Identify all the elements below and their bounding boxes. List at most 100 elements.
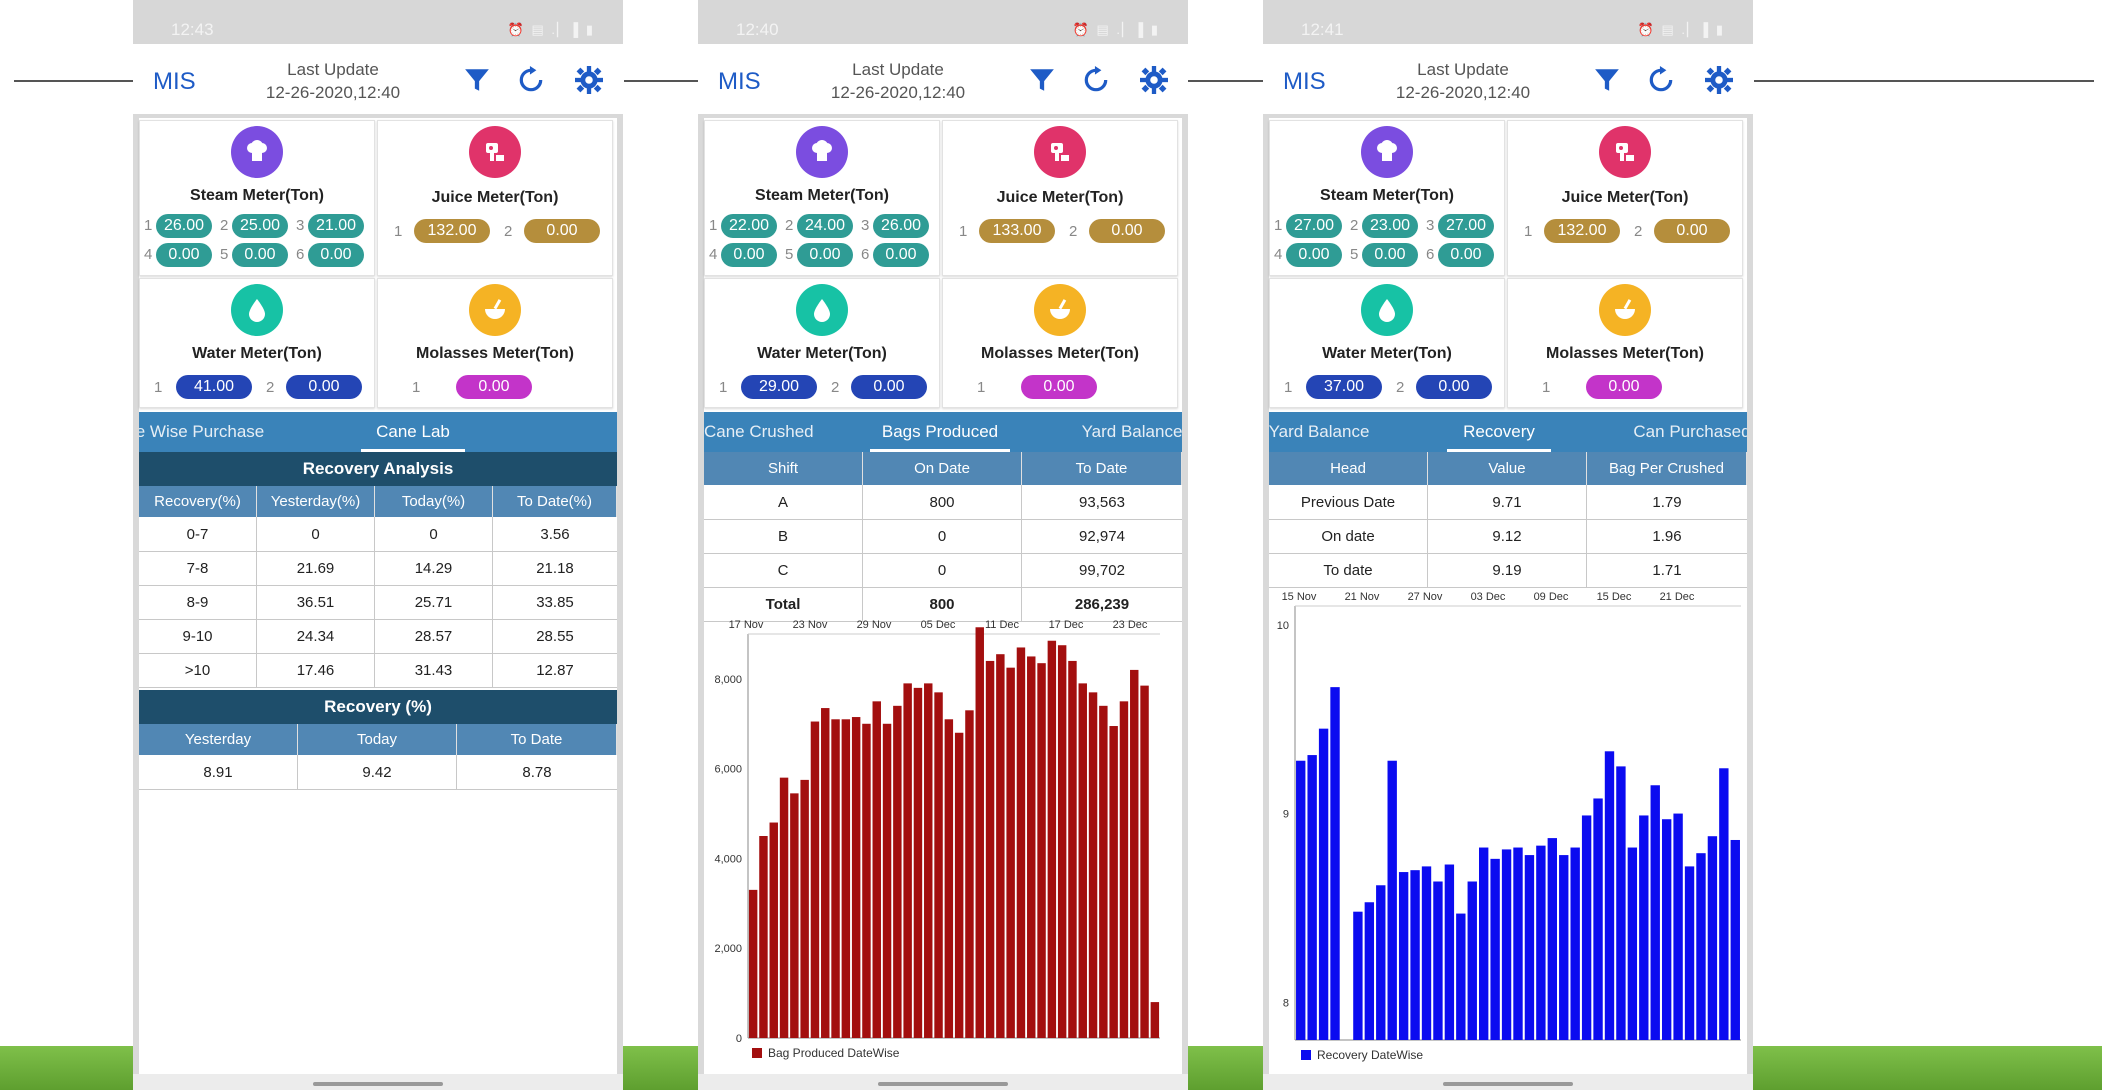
filter-icon[interactable] [1593,66,1621,94]
steam-meter-card[interactable]: Steam Meter(Ton) 1 26.00 2 25.00 3 21.00 4 0.00 5… [139,120,375,276]
table-cell: To date [1269,553,1428,587]
meter-index-label: 5 [785,246,794,263]
bar [1006,667,1015,1038]
bar [1421,866,1432,1040]
water-meter-card[interactable]: Water Meter(Ton) 1 37.00 2 0.00 [1269,278,1505,408]
steam-meter-value: 0.00 [1362,243,1418,267]
home-indicator[interactable] [1443,1082,1573,1086]
table-cell: 8.91 [139,755,298,789]
meter-index-label: 1 [1274,217,1283,234]
meter-index-label: 4 [1274,246,1283,263]
gear-icon[interactable] [1705,66,1733,94]
steam-meter-card[interactable]: Steam Meter(Ton) 1 22.00 2 24.00 3 26.00 4 0.00 5… [704,120,940,276]
bowl-icon [469,284,521,336]
refresh-icon[interactable] [1082,66,1110,94]
bar [1318,728,1329,1040]
meter-index-label: 1 [709,217,718,234]
juice-meter-card[interactable]: Juice Meter(Ton) 1 132.00 2 0.00 [377,120,613,276]
table-header: Recovery(%) Yesterday(%) Today(%) To Date(%… [139,486,617,517]
bar [1119,701,1129,1038]
bowl-icon [1034,284,1086,336]
tab-cane-crushed[interactable]: Cane Crushed [704,422,814,442]
table-row: To date 9.19 1.71 [1269,553,1747,588]
last-update-value: 12-26-2020,12:40 [1395,83,1531,102]
meter-index-label: 1 [1524,223,1533,240]
juice-meter-card[interactable]: Juice Meter(Ton) 1 132.00 2 0.00 [1507,120,1743,276]
table-cell: 800 [863,485,1022,519]
home-indicator[interactable] [313,1082,443,1086]
juice-meter-card-title: Juice Meter(Ton) [431,189,559,206]
tab-e-wise-purchase[interactable]: e Wise Purchase [139,422,267,442]
steam-meter-value: 25.00 [232,214,288,238]
x-tick-label: 09 Dec [1534,591,1569,603]
column-header: Shift [704,452,863,485]
filter-icon[interactable] [1028,66,1056,94]
x-tick-label: 03 Dec [1471,591,1506,603]
table-cell: 31.43 [375,653,493,687]
table-row: 8.91 9.42 8.78 [139,755,617,790]
x-tick-label: 05 Dec [921,619,956,631]
app-title: MIS [153,68,196,95]
meter-index-label: 2 [785,217,794,234]
tab-bar: Yard Balance Recovery Can Purchased [1269,412,1747,452]
tab-yard-balance[interactable]: Yard Balance [1080,422,1182,442]
steam-meter-value: 24.00 [797,214,853,238]
gear-icon[interactable] [1140,66,1168,94]
status-icons: ⏰ ▤ .▏▐ ▮ [1637,22,1725,37]
last-update-label: Last Update [852,60,944,79]
tab-yard-balance[interactable]: Yard Balance [1269,422,1371,442]
tab-can-purchased[interactable]: Can Purchased [1633,422,1747,442]
bar [1719,768,1729,1040]
tab-bags-produced[interactable]: Bags Produced [870,422,1010,442]
x-tick-label: 15 Dec [1597,591,1632,603]
bar [1130,669,1139,1038]
juicer-icon [1034,126,1086,178]
meter-index-label: 2 [504,223,513,240]
bar [944,719,954,1038]
bar [1364,902,1375,1040]
table-cell: 9.12 [1428,519,1587,553]
molasses-meter-card[interactable]: Molasses Meter(Ton) 1 0.00 [1507,278,1743,408]
steam-meter-value: 0.00 [721,243,777,267]
steam-meter-value: 0.00 [156,243,212,267]
home-indicator[interactable] [878,1082,1008,1086]
status-bar: 12:40 ⏰ ▤ .▏▐ ▮ [698,0,1188,44]
meter-index-label: 3 [1426,217,1435,234]
juice-meter-card[interactable]: Juice Meter(Ton) 1 133.00 2 0.00 [942,120,1178,276]
refresh-icon[interactable] [1647,66,1675,94]
molasses-meter-value: 0.00 [1586,375,1662,399]
molasses-meter-card[interactable]: Molasses Meter(Ton) 1 0.00 [942,278,1178,408]
bar [1078,683,1087,1038]
last-update: Last Update 12-26-2020,12:40 [233,58,433,104]
water-meter-card[interactable]: Water Meter(Ton) 1 29.00 2 0.00 [704,278,940,408]
molasses-meter-card[interactable]: Molasses Meter(Ton) 1 0.00 [377,278,613,408]
refresh-icon[interactable] [517,66,545,94]
bar [1650,785,1660,1040]
bar [1353,911,1363,1040]
y-tick-label: 9 [1283,809,1289,821]
meter-index-label: 1 [1284,379,1293,396]
legend-swatch [1301,1050,1311,1060]
x-tick-label: 11 Dec [985,619,1020,631]
y-tick-label: 10 [1277,620,1289,632]
tab-recovery[interactable]: Recovery [1447,422,1551,442]
phone-screen-2: 12:40 ⏰ ▤ .▏▐ ▮ MIS Last Update 12-26-2020,1… [698,0,1188,1090]
app-title: MIS [718,68,761,95]
table-cell: 12.87 [536,661,574,679]
molasses-meter-card-title: Molasses Meter(Ton) [981,345,1139,362]
bar [882,723,892,1038]
table-cell: 36.51 [257,585,375,619]
bar [924,683,933,1038]
bar [1099,705,1108,1038]
meter-index-label: 5 [1350,246,1359,263]
water-meter-card[interactable]: Water Meter(Ton) 1 41.00 2 0.00 [139,278,375,408]
bar [1593,798,1603,1040]
steam-meter-card[interactable]: Steam Meter(Ton) 1 27.00 2 23.00 3 27.00 4 0.00 5… [1269,120,1505,276]
juice-meter-value: 132.00 [1544,219,1620,243]
tab-cane-lab[interactable]: Cane Lab [361,422,465,442]
x-tick-label: 29 Nov [857,619,892,631]
filter-icon[interactable] [463,66,491,94]
gear-icon[interactable] [575,66,603,94]
bar [934,692,943,1038]
bar [1661,819,1672,1040]
